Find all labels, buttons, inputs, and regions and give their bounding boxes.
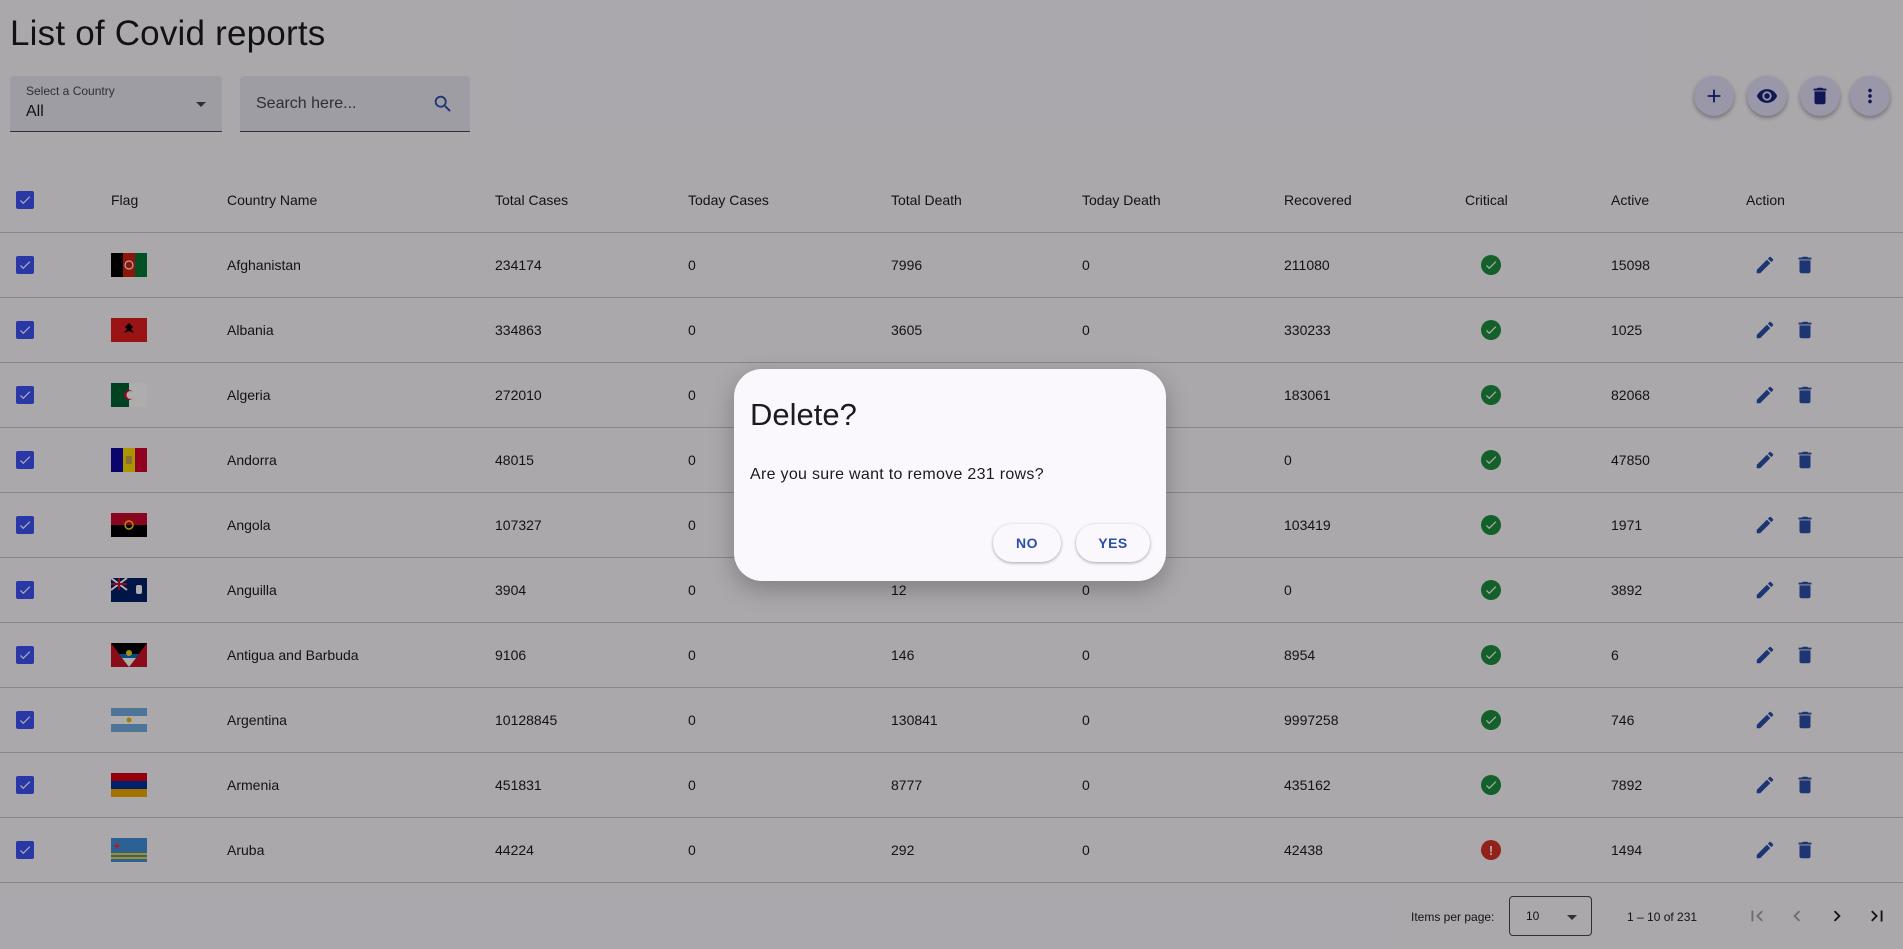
- delete-confirm-dialog: Delete? Are you sure want to remove 231 …: [734, 369, 1166, 581]
- no-button[interactable]: NO: [993, 524, 1061, 562]
- dialog-title: Delete?: [750, 397, 857, 432]
- yes-button[interactable]: YES: [1076, 524, 1150, 562]
- dialog-message: Are you sure want to remove 231 rows?: [750, 466, 1044, 483]
